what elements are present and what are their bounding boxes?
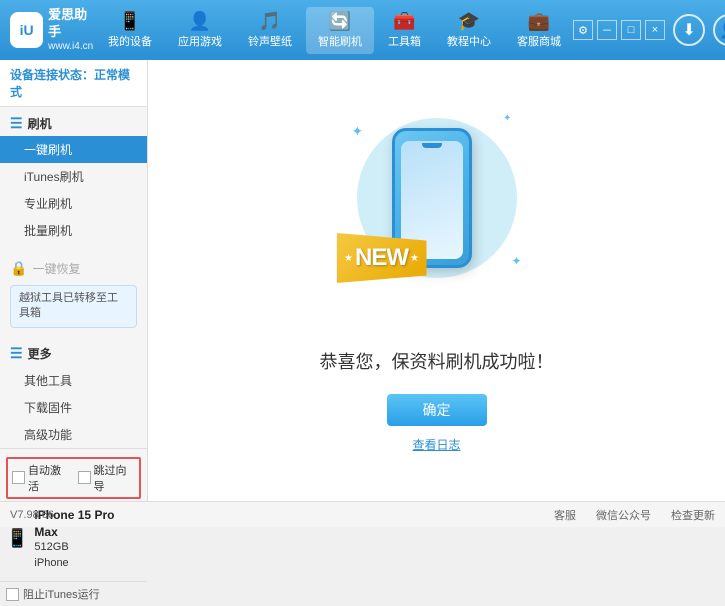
sparkle-2: ✦ xyxy=(503,113,511,124)
new-star-right: ★ xyxy=(410,253,419,264)
logo-icon: iU xyxy=(10,12,43,48)
footer-customer-service[interactable]: 客服 xyxy=(554,507,576,523)
guide-import-checkbox[interactable]: 跳过向导 xyxy=(78,462,136,494)
sidebar-item-one-key-flash[interactable]: 一键刷机 xyxy=(0,136,147,163)
phone-illustration: ✦ ✦ ✦ ★ NEW ★ xyxy=(337,108,537,328)
maximize-btn[interactable]: □ xyxy=(621,20,641,40)
auto-activate-checkbox[interactable]: 自动激活 xyxy=(12,462,70,494)
tutorial-icon: 🎓 xyxy=(458,12,480,30)
flash-icon: 🔄 xyxy=(329,12,351,30)
settings-icon[interactable]: ⚙ xyxy=(573,20,593,40)
nav-item-tutorial[interactable]: 🎓 教程中心 xyxy=(435,7,503,54)
device-phone-icon: 📱 xyxy=(6,528,28,549)
itunes-checkbox[interactable] xyxy=(6,588,19,601)
guide-import-check[interactable] xyxy=(78,471,91,484)
sparkle-3: ✦ xyxy=(511,254,521,268)
sidebar-warning: 越狱工具已转移至工具箱 xyxy=(10,285,137,328)
nav-item-toolbox[interactable]: 🧰 工具箱 xyxy=(376,7,433,54)
nav-item-service[interactable]: 💼 客服商城 xyxy=(505,7,573,54)
more-section-header: ☰ 更多 xyxy=(0,340,147,367)
header: iU 爱思助手 www.i4.cn 📱 我的设备 👤 应用游戏 🎵 铃声壁纸 🔄… xyxy=(0,0,725,60)
flash-section-header: ☰ 刷机 xyxy=(0,111,147,136)
one-key-restore-header: 🔒 一键恢复 xyxy=(0,256,147,281)
sidebar-item-itunes-flash[interactable]: iTunes刷机 xyxy=(0,163,147,190)
ringtone-icon: 🎵 xyxy=(259,12,281,30)
sidebar: 设备连接状态：正常模式 ☰ 刷机 一键刷机 iTunes刷机 专业刷机 批量刷机… xyxy=(0,60,148,501)
phone-icon: 📱 xyxy=(119,12,141,30)
flash-section-icon: ☰ xyxy=(10,115,23,132)
new-star-left: ★ xyxy=(344,253,353,264)
logo-area: iU 爱思助手 www.i4.cn xyxy=(10,7,96,54)
footer-wechat[interactable]: 微信公众号 xyxy=(596,507,651,523)
log-link[interactable]: 查看日志 xyxy=(412,436,460,453)
more-icon: ☰ xyxy=(10,345,23,362)
nav-item-apps-games[interactable]: 👤 应用游戏 xyxy=(166,7,234,54)
sparkle-1: ✦ xyxy=(352,123,364,140)
apps-icon: 👤 xyxy=(189,12,211,30)
footer-check-update[interactable]: 检查更新 xyxy=(671,507,715,523)
success-text: 恭喜您，保资料刷机成功啦！ xyxy=(320,348,554,374)
auto-activate-check[interactable] xyxy=(12,471,25,484)
logo-text: 爱思助手 www.i4.cn xyxy=(48,7,96,54)
itunes-bar: 阻止iTunes运行 xyxy=(0,581,147,606)
minimize-btn[interactable]: － xyxy=(597,20,617,40)
status-bar: 设备连接状态：正常模式 xyxy=(0,60,147,107)
user-btn[interactable]: 👤 xyxy=(713,14,725,46)
nav-item-ringtones[interactable]: 🎵 铃声壁纸 xyxy=(236,7,304,54)
close-btn[interactable]: × xyxy=(645,20,665,40)
nav-bar: 📱 我的设备 👤 应用游戏 🎵 铃声壁纸 🔄 智能刷机 🧰 工具箱 🎓 教程中心… xyxy=(96,7,573,54)
sidebar-item-download-firmware[interactable]: 下载固件 xyxy=(0,394,147,421)
sidebar-item-other-tools[interactable]: 其他工具 xyxy=(0,367,147,394)
toolbox-icon: 🧰 xyxy=(393,12,415,30)
flash-section: ☰ 刷机 一键刷机 iTunes刷机 专业刷机 批量刷机 xyxy=(0,107,147,248)
version-label: V7.98.66 xyxy=(10,509,54,521)
window-controls: ⚙ － □ × xyxy=(573,20,665,40)
phone-notch xyxy=(422,143,442,148)
body-wrap: 设备连接状态：正常模式 ☰ 刷机 一键刷机 iTunes刷机 专业刷机 批量刷机… xyxy=(0,60,725,501)
sidebar-item-batch-flash[interactable]: 批量刷机 xyxy=(0,217,147,244)
auto-options-row: 自动激活 跳过向导 xyxy=(6,457,141,499)
main-content: ✦ ✦ ✦ ★ NEW ★ 恭喜您，保资料刷机成功啦！ 确定 查看日志 xyxy=(148,60,725,501)
header-right: ⚙ － □ × ⬇ 👤 xyxy=(573,14,725,46)
sidebar-item-pro-flash[interactable]: 专业刷机 xyxy=(0,190,147,217)
lock-icon: 🔒 xyxy=(10,260,27,277)
download-btn[interactable]: ⬇ xyxy=(673,14,705,46)
nav-item-my-device[interactable]: 📱 我的设备 xyxy=(96,7,164,54)
confirm-button[interactable]: 确定 xyxy=(387,394,487,426)
service-icon: 💼 xyxy=(528,12,550,30)
new-badge: ★ NEW ★ xyxy=(337,233,427,283)
nav-item-smart-flash[interactable]: 🔄 智能刷机 xyxy=(306,7,374,54)
sidebar-item-advanced[interactable]: 高级功能 xyxy=(0,421,147,448)
